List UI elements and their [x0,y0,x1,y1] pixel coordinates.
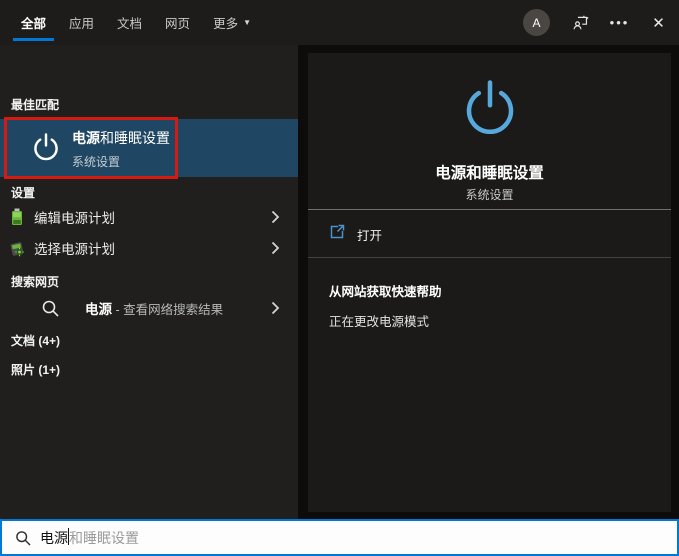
more-options-icon[interactable]: ••• [610,14,628,31]
quick-help-header: 从网站获取快速帮助 [329,285,442,299]
power-icon [31,132,61,164]
filter-tab-bar: 全部 应用 文档 网页 更多 ▼ A ••• ✕ [0,0,679,45]
chevron-right-icon[interactable] [271,301,280,315]
divider [308,209,671,210]
result-edit-power-plan[interactable]: 编辑电源计划 [0,202,298,232]
best-match-result[interactable]: 电源和睡眠设置 系统设置 [0,119,298,177]
search-typed-text: 电源 [40,529,68,546]
open-external-icon [329,224,345,240]
tab-apps[interactable]: 应用 [69,0,94,45]
results-panel: 最佳匹配 电源和睡眠设置 系统设置 设置 编辑电源计划 选择电源计划 搜索网页 … [0,45,298,519]
filter-tabs: 全部 应用 文档 网页 更多 ▼ [0,0,251,45]
battery-icon [10,208,24,226]
quick-help-item[interactable]: 正在更改电源模式 [329,311,429,330]
best-match-title: 电源和睡眠设置 [72,128,170,148]
best-match-text: 电源和睡眠设置 系统设置 [72,128,170,170]
documents-group-header[interactable]: 文档 (4+) [0,332,60,349]
matched-text: 电源 [85,302,112,317]
tab-all[interactable]: 全部 [12,0,55,45]
result-label: 电源 - 查看网络搜索结果 [85,298,223,318]
result-web-search[interactable]: 电源 - 查看网络搜索结果 [0,293,298,323]
power-hero-icon [461,79,519,141]
tab-more-label: 更多 [213,17,239,31]
chevron-down-icon: ▼ [243,18,251,27]
preview-subtitle: 系统设置 [465,188,514,202]
chevron-right-icon[interactable] [271,210,280,224]
search-icon [41,299,60,318]
open-label: 打开 [357,229,383,243]
result-label: 编辑电源计划 [34,211,115,226]
best-match-subtitle: 系统设置 [72,155,121,169]
topbar-icons: A ••• ✕ [523,0,667,45]
user-avatar[interactable]: A [523,9,550,36]
preview-region: 电源和睡眠设置 系统设置 打开 从网站获取快速帮助 正在更改电源模式 [298,45,679,519]
feedback-icon[interactable] [572,14,589,31]
best-match-header: 最佳匹配 [11,98,60,112]
preview-title: 电源和睡眠设置 [435,165,544,182]
result-label: 选择电源计划 [34,242,115,257]
tab-web[interactable]: 网页 [165,0,190,45]
photos-group-header[interactable]: 照片 (1+) [0,361,60,378]
windows-search-panel: 全部 应用 文档 网页 更多 ▼ A ••• ✕ 最佳匹配 电源和睡眠设置 系统… [0,0,679,556]
search-suggestion-text: 和睡眠设置 [69,529,139,546]
divider [308,257,671,258]
chevron-right-icon[interactable] [271,241,280,255]
preview-card: 电源和睡眠设置 系统设置 打开 从网站获取快速帮助 正在更改电源模式 [308,53,671,512]
rest-text: - 查看网络搜索结果 [112,303,224,317]
tab-more[interactable]: 更多 ▼ [213,0,251,45]
battery-settings-icon [10,239,24,257]
search-web-header: 搜索网页 [11,275,60,289]
matched-text: 电源 [72,130,100,146]
tab-documents[interactable]: 文档 [117,0,142,45]
result-choose-power-plan[interactable]: 选择电源计划 [0,233,298,263]
search-icon [15,530,31,546]
open-action[interactable]: 打开 [308,219,671,247]
rest-text: 和睡眠设置 [100,130,170,146]
close-icon[interactable]: ✕ [650,14,667,32]
search-input[interactable]: 电源 和睡眠设置 [0,519,679,556]
settings-header: 设置 [11,186,36,200]
